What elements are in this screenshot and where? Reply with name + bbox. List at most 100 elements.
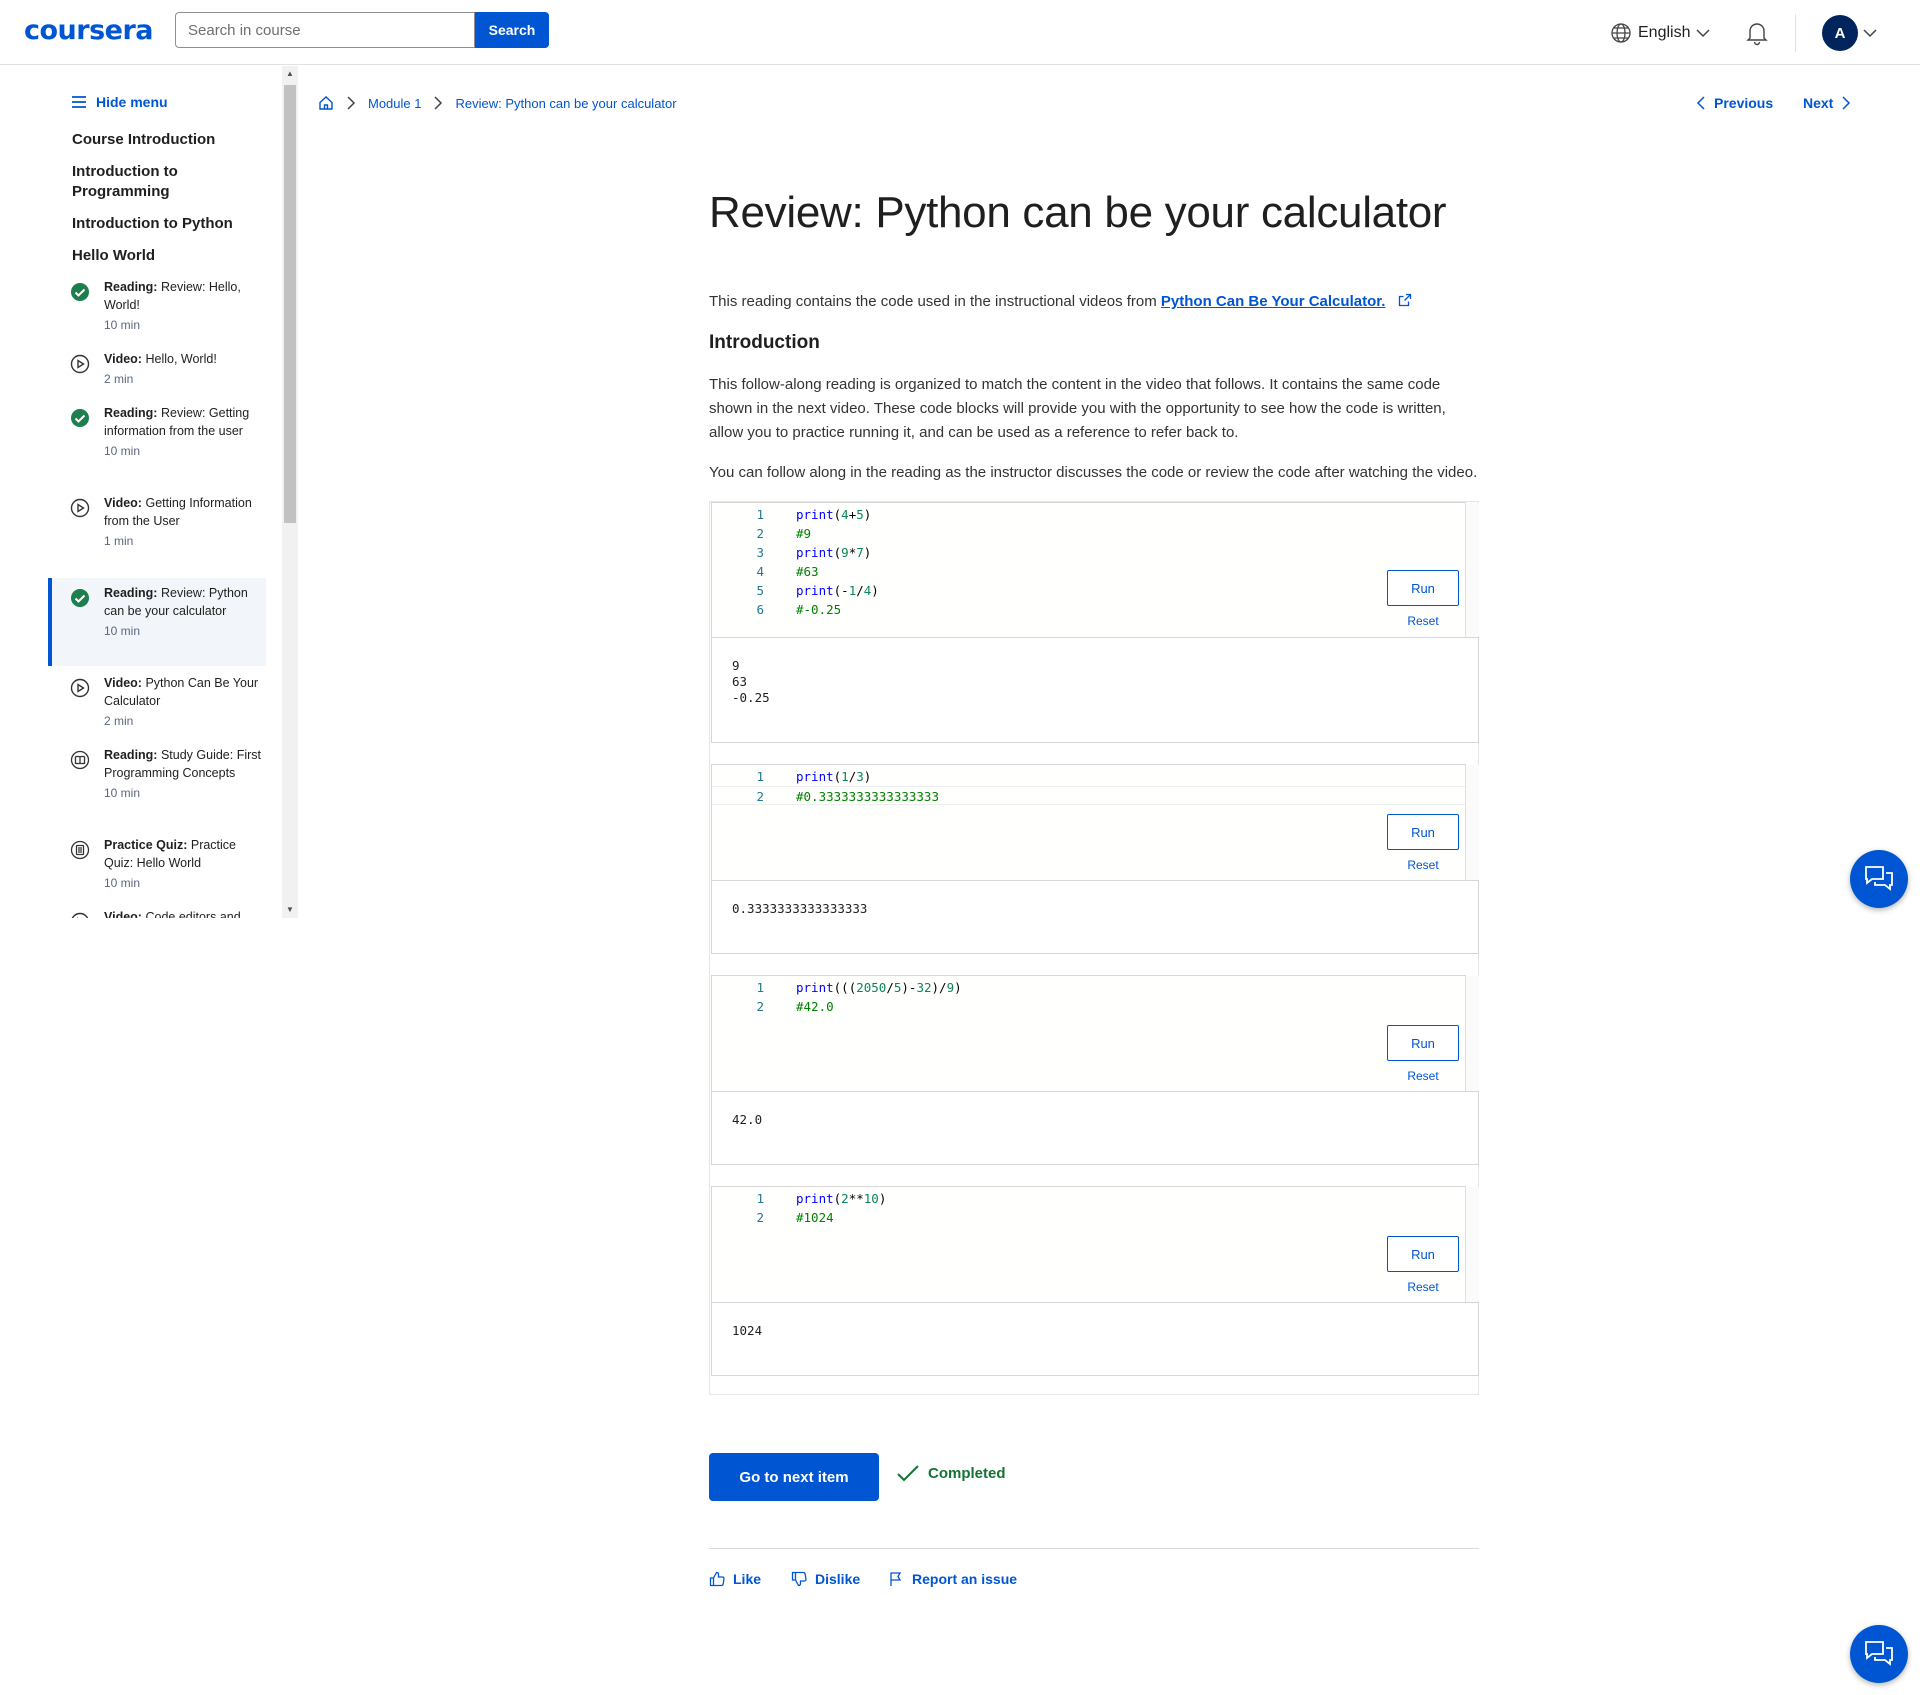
course-sidebar: Hide menu Course Introduction Introducti…	[0, 66, 300, 918]
hide-menu-button[interactable]: Hide menu	[72, 94, 168, 110]
reset-button[interactable]: Reset	[1387, 1069, 1459, 1083]
sidebar-item[interactable]: Practice Quiz: Practice Quiz: Hello Worl…	[48, 836, 266, 892]
run-button[interactable]: Run	[1387, 1025, 1459, 1061]
item-title: Hello, World!	[145, 352, 217, 366]
video-link[interactable]: Python Can Be Your Calculator.	[1161, 293, 1386, 310]
breadcrumb-module-link[interactable]: Module 1	[368, 96, 421, 111]
external-link-icon[interactable]	[1398, 293, 1412, 307]
item-type: Reading:	[104, 280, 158, 294]
item-type: Video:	[104, 910, 142, 918]
code-line[interactable]: 1 print(4+5)	[712, 505, 1465, 524]
code-line[interactable]: 6 #-0.25	[712, 600, 1465, 619]
header-divider	[1795, 14, 1796, 52]
search-button[interactable]: Search	[475, 12, 549, 48]
search-input[interactable]	[175, 12, 475, 48]
sidebar-scroll-thumb[interactable]	[284, 85, 296, 523]
breadcrumb-current[interactable]: Review: Python can be your calculator	[455, 96, 676, 111]
sidebar-section-hello-world[interactable]: Hello World	[72, 246, 252, 266]
sidebar-item[interactable]: Video: Python Can Be Your Calculator 2 m…	[48, 674, 266, 730]
chat-assistant-button[interactable]	[1850, 1625, 1908, 1683]
code-line[interactable]: 3 print(9*7)	[712, 543, 1465, 562]
check-circle-icon	[71, 589, 89, 607]
page-title: Review: Python can be your calculator	[709, 188, 1447, 237]
sidebar-section-introduction-to-programming[interactable]: Introduction to Programming	[72, 162, 252, 202]
chevron-left-icon	[1696, 96, 1705, 110]
chevron-down-icon	[1696, 29, 1711, 38]
code-output: 1024	[711, 1302, 1479, 1376]
thumbs-up-icon	[709, 1571, 725, 1587]
completed-label: Completed	[928, 1464, 1006, 1482]
code-line[interactable]: 1 print(((2050/5)-32)/9)	[712, 978, 1465, 997]
code-output: 9 63 -0.25	[711, 637, 1479, 743]
body-paragraph: This follow-along reading is organized t…	[709, 376, 1446, 441]
section-heading: Introduction	[709, 332, 820, 353]
sidebar-item-active[interactable]: Reading: Review: Python can be your calc…	[48, 578, 266, 666]
report-issue-label: Report an issue	[912, 1571, 1018, 1587]
sidebar-item[interactable]: Reading: Study Guide: First Programming …	[48, 746, 266, 802]
item-type: Reading:	[104, 586, 158, 600]
check-circle-icon	[71, 283, 89, 301]
item-duration: 10 min	[104, 624, 141, 638]
code-line[interactable]: 2 #0.3333333333333333	[712, 786, 1465, 805]
scroll-down-arrow-icon[interactable]: ▼	[284, 904, 296, 916]
chat-assistant-button[interactable]	[1850, 850, 1908, 908]
quiz-icon	[70, 840, 90, 860]
code-line[interactable]: 5 print(-1/4)	[712, 581, 1465, 600]
run-button[interactable]: Run	[1387, 814, 1459, 850]
chat-bubbles-icon	[1865, 866, 1893, 891]
home-icon[interactable]	[318, 95, 334, 111]
chevron-right-icon	[347, 96, 356, 110]
reset-button[interactable]: Reset	[1387, 614, 1459, 628]
dislike-button[interactable]: Dislike	[791, 1571, 860, 1587]
dislike-label: Dislike	[815, 1571, 861, 1587]
code-editor[interactable]: 1 print(2**10) 2 #1024	[711, 1186, 1479, 1302]
code-line[interactable]: 1 print(1/3)	[712, 767, 1465, 786]
sidebar-item[interactable]: Reading: Review: Hello, World! 10 min	[48, 278, 266, 334]
language-label: English	[1638, 24, 1691, 41]
editor-scrollbar[interactable]	[1465, 765, 1479, 880]
reset-button[interactable]: Reset	[1387, 1280, 1459, 1294]
chevron-right-icon	[434, 96, 443, 110]
previous-button[interactable]: Previous	[1696, 93, 1773, 113]
run-button[interactable]: Run	[1387, 570, 1459, 606]
code-editor[interactable]: 1 print(((2050/5)-32)/9) 2 #42.0	[711, 975, 1479, 1091]
editor-scrollbar[interactable]	[1465, 503, 1479, 638]
code-line[interactable]: 1 print(2**10)	[712, 1189, 1465, 1208]
chevron-down-icon[interactable]	[1862, 26, 1878, 40]
go-to-next-item-button[interactable]: Go to next item	[709, 1453, 879, 1501]
item-title: Code editors and	[145, 910, 241, 918]
code-editor[interactable]: 1 print(4+5) 2 #9 3 print(9*7) 4 #63 5 print(…	[711, 502, 1479, 638]
reset-button[interactable]: Reset	[1387, 858, 1459, 872]
run-button[interactable]: Run	[1387, 1236, 1459, 1272]
chevron-right-icon	[1842, 96, 1851, 110]
language-selector[interactable]: English	[1610, 20, 1711, 46]
sidebar-item[interactable]: Video: Hello, World! 2 min	[48, 350, 266, 388]
code-line[interactable]: 4 #63	[712, 562, 1465, 581]
code-line[interactable]: 2 #42.0	[712, 997, 1465, 1016]
sidebar-item[interactable]: Video: Code editors and	[48, 908, 266, 918]
editor-scrollbar[interactable]	[1465, 976, 1479, 1091]
code-line[interactable]: 2 #9	[712, 524, 1465, 543]
divider	[709, 1548, 1479, 1549]
sidebar-item[interactable]: Reading: Review: Getting information fro…	[48, 404, 266, 460]
intro-paragraph: This reading contains the code used in t…	[709, 290, 1479, 314]
sidebar-section-introduction-to-python[interactable]: Introduction to Python	[72, 214, 252, 234]
flag-icon	[890, 1572, 902, 1586]
next-button[interactable]: Next	[1803, 93, 1851, 113]
editor-scrollbar[interactable]	[1465, 1187, 1479, 1302]
like-button[interactable]: Like	[709, 1571, 761, 1587]
checkmark-icon	[897, 1465, 919, 1482]
completed-status: Completed	[896, 1463, 1006, 1483]
notification-bell-icon[interactable]	[1744, 20, 1770, 46]
sidebar-section-course-introduction[interactable]: Course Introduction	[72, 130, 252, 150]
sidebar-item[interactable]: Video: Getting Information from the User…	[48, 494, 266, 550]
item-type: Reading:	[104, 406, 158, 420]
code-line[interactable]: 2 #1024	[712, 1208, 1465, 1227]
user-avatar[interactable]: A	[1822, 15, 1858, 51]
scroll-up-arrow-icon[interactable]: ▲	[284, 68, 296, 80]
item-type: Practice Quiz:	[104, 838, 188, 852]
code-output: 0.3333333333333333	[711, 880, 1479, 954]
report-issue-button[interactable]: Report an issue	[888, 1571, 1017, 1587]
coursera-logo[interactable]: coursera	[24, 15, 154, 46]
code-editor[interactable]: 1 print(1/3) 2 #0.3333333333333333	[711, 764, 1479, 880]
